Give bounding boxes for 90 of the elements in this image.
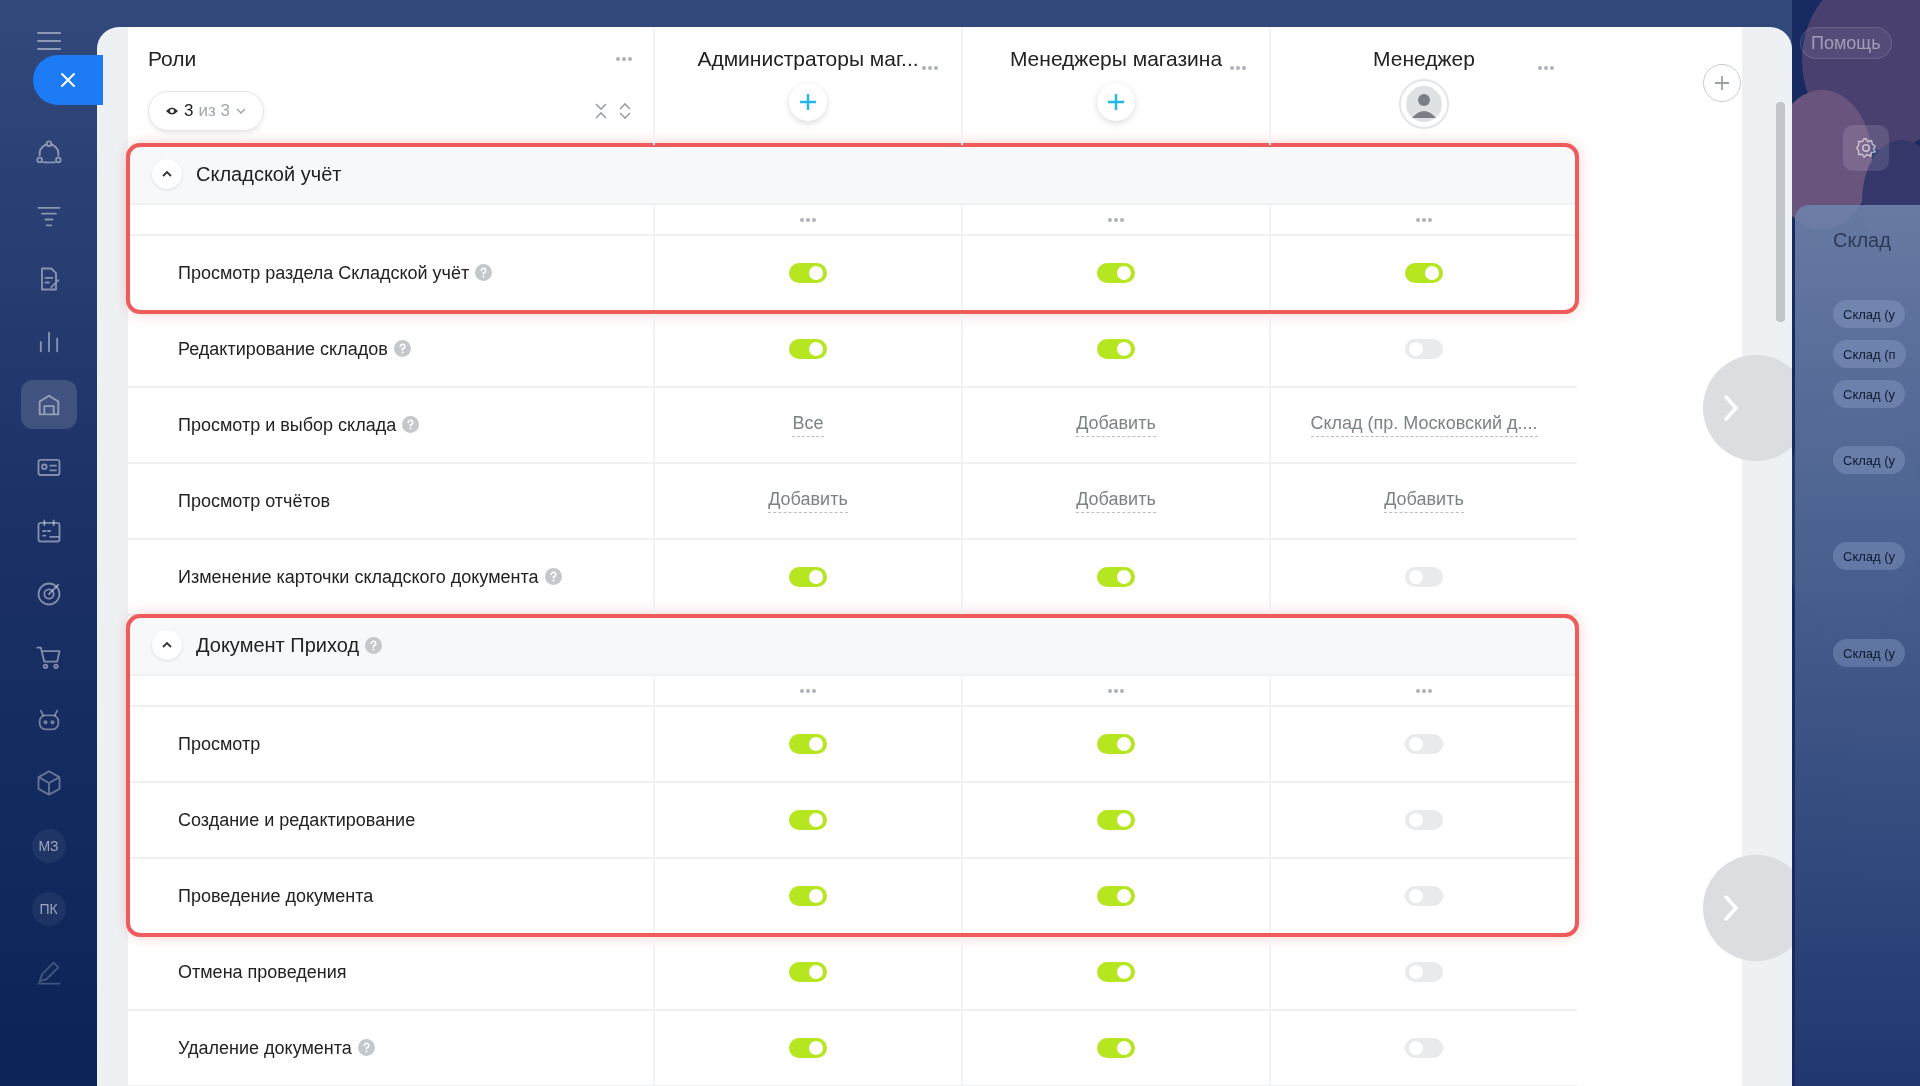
access-link[interactable]: Все — [792, 413, 824, 437]
column-title: Роли — [148, 47, 197, 71]
menu-icon[interactable] — [35, 30, 62, 52]
toggle-switch[interactable] — [1097, 886, 1135, 906]
more-icon[interactable] — [1415, 687, 1433, 694]
settings-button[interactable] — [1843, 125, 1889, 171]
help-button[interactable]: Помощь — [1800, 27, 1892, 59]
warehouse-tag: Склад (у — [1833, 639, 1906, 667]
collapse-button[interactable] — [152, 159, 182, 189]
help-icon[interactable] — [357, 1038, 375, 1056]
eye-icon — [165, 106, 179, 116]
permission-label: Изменение карточки складского документа — [178, 563, 562, 591]
access-link[interactable]: Добавить — [1076, 489, 1156, 513]
toggle-switch[interactable] — [1097, 263, 1135, 283]
toggle-switch[interactable] — [1405, 263, 1443, 283]
toggle-switch[interactable] — [1097, 810, 1135, 830]
add-button[interactable] — [789, 83, 827, 121]
toggle-switch[interactable] — [789, 567, 827, 587]
caret-icon — [234, 107, 247, 115]
avatar[interactable] — [1399, 79, 1449, 129]
more-icon[interactable] — [799, 216, 817, 223]
column-title: Менеджеры магазина — [1009, 47, 1223, 71]
chevron-icon — [1723, 894, 1739, 922]
toggle-switch[interactable] — [789, 1038, 827, 1058]
sidebar-item[interactable]: МЗ — [31, 828, 66, 863]
toggle-switch[interactable] — [1097, 567, 1135, 587]
permission-label: Просмотр отчётов — [178, 489, 331, 513]
help-icon[interactable] — [475, 263, 493, 281]
chevron-icon — [1723, 394, 1739, 422]
more-icon[interactable] — [1415, 216, 1433, 223]
warehouse-tag: Склад (у — [1833, 542, 1906, 570]
add-column-button[interactable] — [1703, 64, 1741, 102]
close-icon — [59, 71, 77, 89]
permission-label: Удаление документа — [178, 1034, 375, 1062]
access-link[interactable]: Добавить — [1384, 489, 1464, 513]
chevron-icon — [161, 641, 173, 649]
toggle-switch[interactable] — [1097, 734, 1135, 754]
access-link[interactable]: Добавить — [1076, 413, 1156, 437]
more-icon[interactable] — [615, 56, 633, 62]
permission-label: Создание и редактирование — [178, 808, 416, 832]
column-title: Администраторы маг... — [697, 47, 919, 71]
permission-label: Проведение документа — [178, 884, 374, 908]
toggle-switch[interactable] — [1097, 962, 1135, 982]
permission-label: Просмотр — [178, 732, 261, 756]
close-button[interactable] — [33, 55, 103, 105]
help-icon[interactable] — [393, 339, 411, 357]
warehouse-tag: Склад (у — [1833, 380, 1906, 408]
help-icon[interactable] — [402, 415, 420, 433]
add-button[interactable] — [1097, 83, 1135, 121]
permission-label: Просмотр и выбор склада — [178, 411, 420, 439]
section-title: Складской учёт — [196, 162, 342, 186]
warehouse-tag: Склад (у — [1833, 300, 1906, 328]
filter-dropdown[interactable]: 3 из 3 — [148, 91, 264, 131]
plus-icon — [1714, 75, 1730, 91]
collapse-all-icon[interactable] — [593, 101, 609, 121]
column-title: Менеджер — [1373, 47, 1475, 71]
settings-icon — [1855, 137, 1877, 159]
expand-all-icon[interactable] — [617, 101, 633, 121]
more-icon[interactable] — [799, 687, 817, 694]
more-icon[interactable] — [1107, 687, 1125, 694]
scrollbar[interactable] — [1776, 102, 1785, 322]
toggle-switch[interactable] — [789, 962, 827, 982]
plus-icon — [1107, 93, 1125, 111]
person-icon — [1406, 86, 1442, 122]
more-icon[interactable] — [1107, 216, 1125, 223]
panel-title: Склад — [1833, 229, 1891, 252]
toggle-switch[interactable] — [789, 339, 827, 359]
toggle-switch[interactable] — [789, 886, 827, 906]
chevron-icon — [161, 170, 173, 178]
toggle-switch[interactable] — [789, 810, 827, 830]
collapse-button[interactable] — [152, 630, 182, 660]
toggle-switch[interactable] — [789, 263, 827, 283]
permission-label: Просмотр раздела Складской учёт — [178, 259, 493, 287]
help-icon[interactable] — [544, 567, 562, 585]
access-link[interactable]: Добавить — [768, 489, 848, 513]
plus-icon — [799, 93, 817, 111]
access-link[interactable]: Склад (пр. Московский д.... — [1310, 413, 1538, 437]
toggle-switch[interactable] — [1097, 339, 1135, 359]
permission-label: Редактирование складов — [178, 335, 411, 363]
warehouse-tag: Склад (у — [1833, 446, 1906, 474]
help-icon[interactable] — [365, 636, 383, 654]
warehouse-tag: Склад (п — [1833, 340, 1906, 368]
toggle-switch[interactable] — [1097, 1038, 1135, 1058]
sidebar-item[interactable]: ПК — [31, 891, 66, 926]
toggle-switch[interactable] — [789, 734, 827, 754]
permission-label: Отмена проведения — [178, 960, 347, 984]
more-icon[interactable] — [921, 65, 939, 71]
section-title: Документ Приход — [196, 633, 383, 657]
more-icon[interactable] — [1537, 65, 1555, 71]
more-icon[interactable] — [1229, 65, 1247, 71]
